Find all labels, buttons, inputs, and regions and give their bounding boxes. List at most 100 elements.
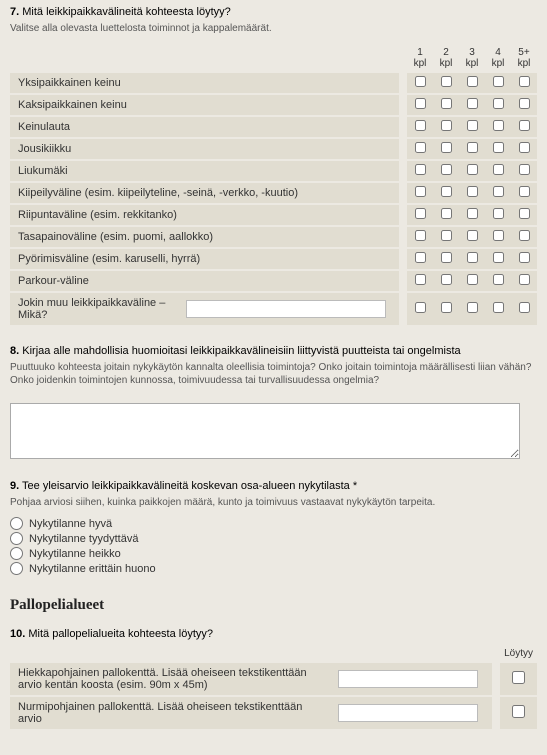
q7-checkbox[interactable] [519, 302, 530, 313]
q9-radio[interactable] [10, 517, 23, 530]
q7-checkbox[interactable] [441, 164, 452, 175]
q7-checkbox[interactable] [441, 302, 452, 313]
q7-checkbox[interactable] [415, 142, 426, 153]
q7-checkbox-cell [485, 205, 511, 225]
q7-checkbox-cell [407, 183, 433, 203]
q7-row-label: Yksipaikkainen keinu [10, 73, 399, 93]
q7-checkbox[interactable] [493, 98, 504, 109]
q7-row-label: Parkour-väline [10, 271, 399, 291]
q7-checkbox[interactable] [467, 186, 478, 197]
q7-checkbox[interactable] [493, 120, 504, 131]
q8-hint: Puuttuuko kohteesta joitain nykykäytön k… [10, 361, 537, 387]
q9-option-label: Nykytilanne tyydyttävä [29, 533, 138, 545]
q7-row: Keinulauta [10, 117, 537, 137]
q10-checkbox[interactable] [512, 705, 525, 718]
q7-checkbox[interactable] [441, 208, 452, 219]
q7-row-label: Kaksipaikkainen keinu [10, 95, 399, 115]
q7-checkbox[interactable] [415, 302, 426, 313]
q10-title: Mitä pallopelialueita kohteesta löytyy? [28, 628, 213, 640]
q7-checkbox[interactable] [493, 274, 504, 285]
q7-row: Jousikiikku [10, 139, 537, 159]
q10-col-loytyy: Löytyy [500, 646, 537, 661]
q7-checkbox[interactable] [467, 120, 478, 131]
q7-checkbox[interactable] [493, 186, 504, 197]
q7-checkbox[interactable] [467, 208, 478, 219]
q7-checkbox[interactable] [519, 98, 530, 109]
q9-option[interactable]: Nykytilanne hyvä [10, 517, 537, 530]
q7-checkbox[interactable] [519, 230, 530, 241]
q7-checkbox[interactable] [493, 230, 504, 241]
q7-checkbox[interactable] [493, 208, 504, 219]
q10-size-input[interactable] [338, 704, 478, 722]
q7-checkbox[interactable] [467, 98, 478, 109]
q7-checkbox[interactable] [415, 274, 426, 285]
q7-checkbox[interactable] [519, 120, 530, 131]
q7-checkbox[interactable] [519, 76, 530, 87]
q7-checkbox[interactable] [415, 98, 426, 109]
q7-row-label: Riipuntaväline (esim. rekkitanko) [10, 205, 399, 225]
q7-checkbox[interactable] [415, 120, 426, 131]
q7-checkbox-cell [459, 293, 485, 325]
q9-option[interactable]: Nykytilanne erittäin huono [10, 562, 537, 575]
q7-checkbox[interactable] [441, 252, 452, 263]
q8-textarea[interactable] [10, 403, 520, 459]
q7-row-label: Liukumäki [10, 161, 399, 181]
q7-checkbox[interactable] [519, 208, 530, 219]
q7-checkbox-cell [511, 227, 537, 247]
q7-checkbox[interactable] [441, 142, 452, 153]
q7-checkbox[interactable] [493, 164, 504, 175]
q10-matrix: Löytyy Hiekkapohjainen pallokenttä. Lisä… [10, 644, 537, 731]
q7-checkbox[interactable] [493, 142, 504, 153]
q10-checkbox[interactable] [512, 671, 525, 684]
q7-checkbox[interactable] [415, 76, 426, 87]
q9-radio[interactable] [10, 562, 23, 575]
q7-checkbox[interactable] [415, 252, 426, 263]
q7-other-input[interactable] [186, 300, 386, 318]
q7-other-label: Jokin muu leikkipaikkaväline – Mikä? [18, 297, 178, 321]
q7-checkbox-cell [485, 293, 511, 325]
q10-checkbox-cell [500, 663, 537, 695]
q7-checkbox[interactable] [467, 252, 478, 263]
q7-checkbox-cell [511, 183, 537, 203]
q9-number: 9. [10, 480, 19, 492]
q7-checkbox-cell [459, 183, 485, 203]
q9-radio[interactable] [10, 532, 23, 545]
q9-option[interactable]: Nykytilanne tyydyttävä [10, 532, 537, 545]
q7-checkbox[interactable] [467, 274, 478, 285]
q7-checkbox[interactable] [441, 98, 452, 109]
q7-checkbox[interactable] [441, 274, 452, 285]
q7-row: Kaksipaikkainen keinu [10, 95, 537, 115]
q7-checkbox[interactable] [467, 142, 478, 153]
q7-checkbox[interactable] [415, 164, 426, 175]
q7-checkbox[interactable] [441, 230, 452, 241]
q9-option[interactable]: Nykytilanne heikko [10, 547, 537, 560]
q7-checkbox[interactable] [519, 142, 530, 153]
q10-size-input[interactable] [338, 670, 478, 688]
q7-checkbox-cell [485, 161, 511, 181]
q7-checkbox-cell [433, 183, 459, 203]
q7-checkbox[interactable] [467, 302, 478, 313]
q7-checkbox[interactable] [441, 120, 452, 131]
q7-checkbox-cell [485, 249, 511, 269]
q7-row: Kiipeilyväline (esim. kiipeilyteline, -s… [10, 183, 537, 203]
q7-checkbox[interactable] [415, 208, 426, 219]
q7-checkbox[interactable] [467, 164, 478, 175]
q7-checkbox[interactable] [493, 76, 504, 87]
q7-checkbox-cell [433, 95, 459, 115]
q7-checkbox[interactable] [415, 186, 426, 197]
q7-checkbox[interactable] [467, 76, 478, 87]
q7-checkbox-cell [407, 249, 433, 269]
q7-checkbox[interactable] [441, 76, 452, 87]
q7-checkbox[interactable] [519, 252, 530, 263]
q7-checkbox[interactable] [519, 164, 530, 175]
q7-checkbox[interactable] [519, 186, 530, 197]
q7-checkbox[interactable] [493, 302, 504, 313]
q7-checkbox-cell [407, 73, 433, 93]
q7-checkbox[interactable] [441, 186, 452, 197]
q7-checkbox[interactable] [467, 230, 478, 241]
q7-checkbox[interactable] [415, 230, 426, 241]
q9-radio[interactable] [10, 547, 23, 560]
q7-checkbox[interactable] [493, 252, 504, 263]
q7-checkbox[interactable] [519, 274, 530, 285]
q7-row-label: Keinulauta [10, 117, 399, 137]
